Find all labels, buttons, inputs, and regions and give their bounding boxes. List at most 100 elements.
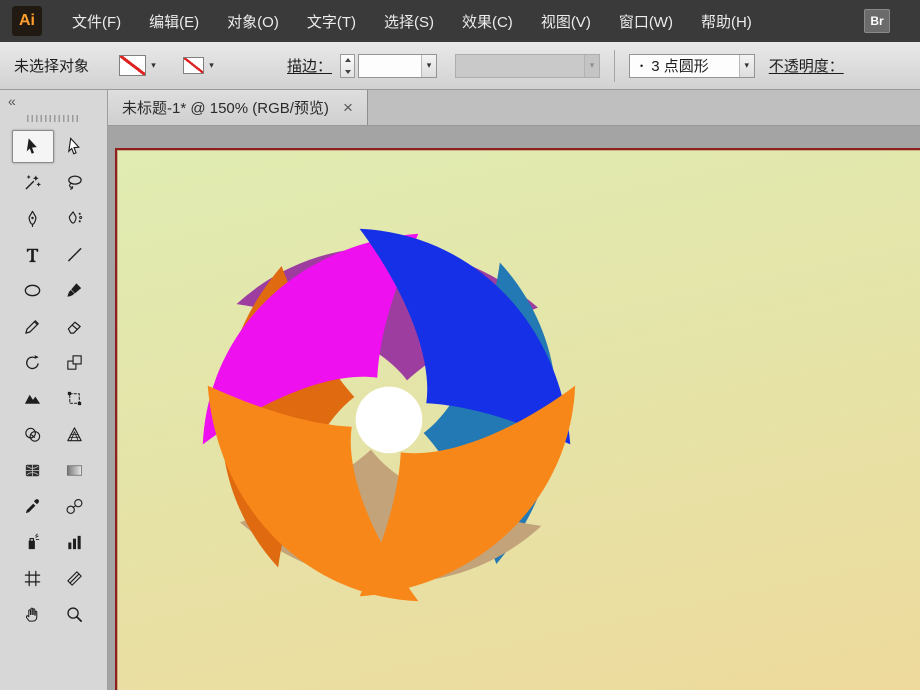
tool-selection[interactable] [12, 130, 54, 163]
tool-zoom[interactable] [54, 598, 96, 631]
rotate-icon [26, 355, 40, 370]
perspective-grid-icon [67, 427, 82, 442]
tool-column-graph[interactable] [54, 526, 96, 559]
tool-pen[interactable] [12, 202, 54, 235]
free-transform-icon [67, 391, 81, 406]
tool-magic-wand[interactable] [12, 166, 54, 199]
tool-paintbrush[interactable] [54, 274, 96, 307]
tool-slice[interactable] [54, 562, 96, 595]
curvature-icon [68, 211, 82, 224]
chevron-down-icon[interactable]: ▾ [738, 54, 754, 77]
tool-symbol-sprayer[interactable] [12, 526, 54, 559]
chevron-down-icon[interactable]: ▾ [146, 55, 161, 76]
tool-lasso[interactable] [54, 166, 96, 199]
collapse-panel-button[interactable]: « [8, 93, 16, 109]
pinwheel-logo-artwork[interactable] [193, 219, 585, 611]
variable-width-profile-select: ▾ [455, 53, 601, 78]
artboard[interactable] [115, 148, 920, 690]
tool-type[interactable] [12, 238, 54, 271]
zoom-icon [67, 607, 82, 623]
artboard-icon [25, 570, 41, 587]
fill-color-control[interactable]: ▾ [119, 55, 161, 76]
chevron-down-icon[interactable]: ▾ [204, 55, 219, 76]
chevron-down-icon: ▾ [584, 54, 600, 77]
tools-panel: « [0, 90, 108, 690]
menu-item-view[interactable]: 视图(V) [527, 0, 605, 42]
chevron-down-icon[interactable]: ▾ [421, 54, 437, 77]
tool-pencil[interactable] [12, 310, 54, 343]
tool-line[interactable] [54, 238, 96, 271]
tool-direct-selection[interactable] [54, 130, 96, 163]
main-area: « 未标题-1* @ 150% (RGB/预览) × [0, 90, 920, 690]
shape-builder-icon [25, 427, 41, 442]
bridge-launcher-button[interactable]: Br [864, 9, 890, 33]
opacity-label[interactable]: 不透明度： [769, 55, 844, 76]
column-graph-icon [68, 535, 81, 550]
tool-ellipse[interactable] [12, 274, 54, 307]
tool-free-transform[interactable] [54, 382, 96, 415]
selection-icon [27, 138, 38, 154]
variable-width-value [456, 55, 584, 77]
magic-wand-icon [25, 175, 41, 190]
stepper-up-icon[interactable] [341, 55, 354, 66]
menu-items: 文件(F) 编辑(E) 对象(O) 文字(T) 选择(S) 效果(C) 视图(V) 窗口(W)… [58, 0, 766, 42]
selection-status-label: 未选择对象 [14, 58, 90, 75]
tool-gradient[interactable] [54, 454, 96, 487]
tool-mesh[interactable] [12, 454, 54, 487]
slice-icon [67, 571, 82, 586]
scale-icon [67, 355, 82, 370]
mesh-icon [26, 464, 40, 477]
stroke-weight-label[interactable]: 描边： [287, 55, 332, 76]
stroke-weight-value[interactable] [359, 55, 421, 77]
tool-eraser[interactable] [54, 310, 96, 343]
menu-item-edit[interactable]: 编辑(E) [135, 0, 213, 42]
fill-none-swatch[interactable] [119, 55, 147, 76]
menu-item-help[interactable]: 帮助(H) [687, 0, 766, 42]
canvas-workspace[interactable] [108, 126, 920, 690]
menu-item-select[interactable]: 选择(S) [370, 0, 448, 42]
brush-name-label: 3 点圆形 [651, 58, 709, 75]
paintbrush-icon [67, 283, 81, 297]
tool-shape-builder[interactable] [12, 418, 54, 451]
panel-drag-handle[interactable] [0, 112, 107, 124]
blend-icon [66, 498, 83, 515]
stroke-weight-stepper[interactable] [340, 53, 356, 78]
tool-scale[interactable] [54, 346, 96, 379]
stroke-none-swatch[interactable] [183, 57, 205, 74]
document-tab-bar: 未标题-1* @ 150% (RGB/预览) × [108, 90, 920, 126]
tool-hand[interactable] [12, 598, 54, 631]
stroke-weight-select[interactable]: ▾ [358, 53, 438, 78]
tool-width[interactable] [12, 382, 54, 415]
tools-panel-header: « [0, 90, 107, 112]
type-icon [27, 248, 39, 263]
hand-icon [26, 607, 38, 622]
brush-definition-select[interactable]: • 3 点圆形 ▾ [629, 53, 755, 78]
brush-dot-icon: • [640, 60, 644, 71]
ellipse-icon [24, 284, 41, 297]
menu-item-type[interactable]: 文字(T) [293, 0, 370, 42]
menu-item-effect[interactable]: 效果(C) [448, 0, 527, 42]
control-bar: 未选择对象 ▾ ▾ 描边： ▾ ▾ • 3 点圆形 ▾ 不透明度： [0, 42, 920, 90]
tool-artboard[interactable] [12, 562, 54, 595]
symbol-sprayer-icon [28, 533, 40, 550]
drag-handle-ridges-icon [26, 114, 81, 122]
menu-item-object[interactable]: 对象(O) [213, 0, 293, 42]
tool-blend[interactable] [54, 490, 96, 523]
close-tab-icon[interactable]: × [343, 99, 353, 116]
tool-eyedropper[interactable] [12, 490, 54, 523]
menu-item-window[interactable]: 窗口(W) [605, 0, 687, 42]
document-tab-title: 未标题-1* @ 150% (RGB/预览) [122, 100, 329, 117]
logo-center-hole [355, 386, 423, 454]
document-tab[interactable]: 未标题-1* @ 150% (RGB/预览) × [108, 90, 368, 125]
line-icon [67, 248, 82, 262]
width-icon [25, 394, 41, 404]
menu-item-file[interactable]: 文件(F) [58, 0, 135, 42]
tool-perspective-grid[interactable] [54, 418, 96, 451]
lasso-icon [67, 175, 82, 190]
stepper-down-icon[interactable] [341, 66, 354, 77]
tool-rotate[interactable] [12, 346, 54, 379]
illustrator-window: Ai 文件(F) 编辑(E) 对象(O) 文字(T) 选择(S) 效果(C) 视图(V) 窗口… [0, 0, 920, 690]
stroke-color-control[interactable]: ▾ [183, 55, 219, 76]
app-logo-icon[interactable]: Ai [12, 6, 42, 36]
tool-curvature[interactable] [54, 202, 96, 235]
